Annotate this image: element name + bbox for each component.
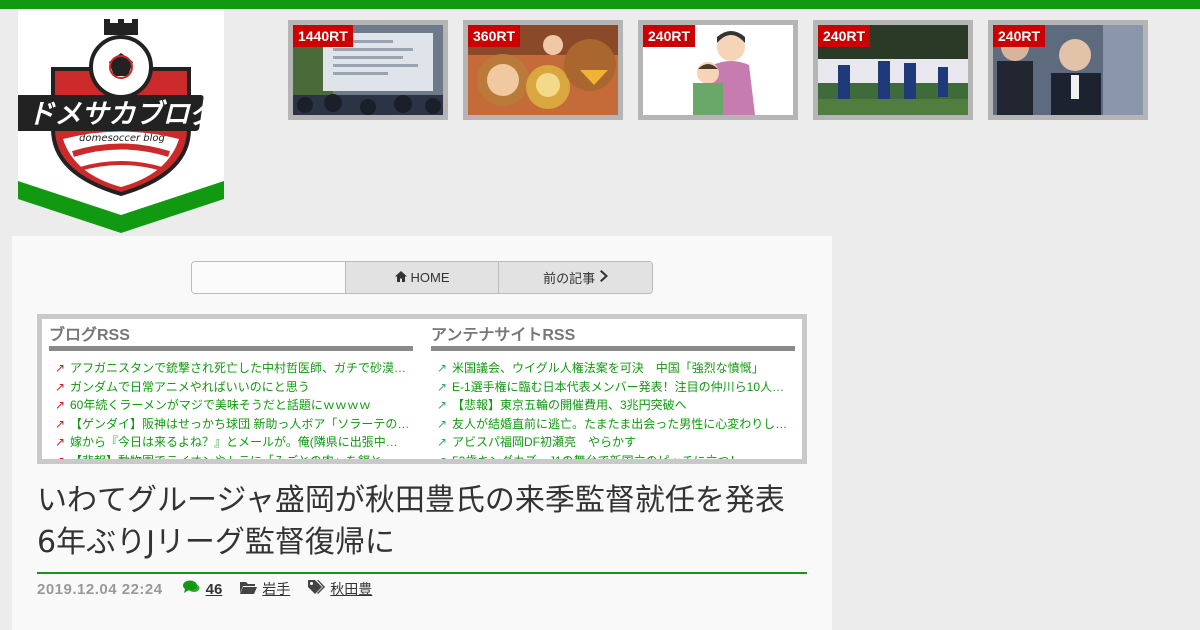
blog-rss-list: ↗アフガニスタンで銃撃され死亡した中村哲医師、ガチで砂漠を緑地化してしまう ↗ガ… xyxy=(49,359,413,464)
article-meta: 2019.12.04 22:24 46 岩手 秋田豊 xyxy=(37,578,807,600)
antenna-rss-list: ↗ 米国議会、ウイグル人権法案を可決 中国「強烈な憤慨」 ↗ E-1選手権に臨む日本… xyxy=(431,359,795,464)
main-content: HOME 前の記事 ブログRSS ↗ アフガニスタンで銃撃され死亡した中村哲医師、… xyxy=(12,236,832,630)
tags-icon xyxy=(308,580,326,598)
pager-next-empty xyxy=(192,262,345,293)
rss-item[interactable]: ↗ ガンダムで日常アニメやればいいのにと思う xyxy=(49,378,413,397)
tag-link[interactable]: 秋田豊 xyxy=(330,579,372,599)
external-link-icon: ↗ xyxy=(55,379,66,394)
article-category: 岩手 xyxy=(240,579,290,599)
article-title: いわてグルージャ盛岡が秋田豊氏の来季監督就任を発表 6年ぶりJリーグ監督復帰に xyxy=(37,480,815,574)
rss-item[interactable]: ↗アフガニスタンで銃撃され死亡した中村哲医師、ガチで砂漠を緑地化してしまう xyxy=(49,359,413,378)
logo-emblem: ドメサカブログ domesoccer blog xyxy=(18,9,224,233)
retweet-badge: 360RT xyxy=(468,25,521,47)
comments-icon xyxy=(182,580,200,598)
external-link-icon: ↗ xyxy=(437,435,448,449)
article-pager: HOME 前の記事 xyxy=(191,261,653,294)
external-link-icon: ↗ xyxy=(55,453,66,464)
home-button[interactable]: HOME xyxy=(344,262,499,293)
home-icon xyxy=(394,270,407,285)
external-link-icon: ↗ xyxy=(55,435,66,449)
antenna-rss-column: アンテナサイトRSS ↗ 米国議会、ウイグル人権法案を可決 中国「強烈な憤慨」 ↗… xyxy=(431,319,795,464)
top-accent-bar xyxy=(0,0,1200,9)
folder-icon xyxy=(240,581,258,598)
retweet-badge: 240RT xyxy=(993,25,1046,47)
retweet-badge: 240RT xyxy=(818,25,871,47)
popular-thumb-5[interactable]: 240RT xyxy=(988,20,1148,120)
home-button-label: HOME xyxy=(410,270,450,285)
external-link-icon: ↗ xyxy=(55,416,66,431)
category-link[interactable]: 岩手 xyxy=(262,579,290,599)
rss-item[interactable]: ↗ E-1選手権に臨む日本代表メンバー発表！注目の仲川ら10人が初招集 xyxy=(431,378,795,397)
comments-link[interactable]: 46 xyxy=(182,580,223,598)
retweet-badge: 240RT xyxy=(643,25,696,47)
rss-item[interactable]: ↗ 53歳キングカズ、J1の舞台で新国立のピッチに立つ！ xyxy=(431,452,795,464)
external-link-icon: ↗ xyxy=(437,361,448,375)
rss-item[interactable]: ↗ 【悲報】東京五輪の開催費用、3兆円突破へ xyxy=(431,396,795,415)
rss-item[interactable]: ↗ アビスパ福岡DF初瀬亮 やらかす xyxy=(431,433,795,452)
rss-item[interactable]: ↗ 【悲報】動物園でライオンやトラに「みごとの肉」を餌と… xyxy=(49,452,413,464)
popular-thumb-1[interactable]: 1440RT xyxy=(288,20,448,120)
blog-rss-column: ブログRSS ↗アフガニスタンで銃撃され死亡した中村哲医師、ガチで砂漠を緑地化し… xyxy=(49,319,413,464)
popular-thumb-3[interactable]: 240RT xyxy=(638,20,798,120)
popular-thumb-2[interactable]: 360RT xyxy=(463,20,623,120)
retweet-badge: 1440RT xyxy=(293,25,353,47)
rss-item[interactable]: ↗ 嫁から『今日は来るよね？』とメールが。俺(隣県に出張中… xyxy=(49,433,413,452)
chevron-right-icon xyxy=(600,270,609,285)
blog-rss-heading: ブログRSS xyxy=(49,321,413,351)
previous-article-label: 前の記事 xyxy=(543,271,596,286)
external-link-icon: ↗ xyxy=(437,416,448,431)
popular-thumb-4[interactable]: 240RT xyxy=(813,20,973,120)
antenna-rss-heading: アンテナサイトRSS xyxy=(431,321,795,351)
site-logo[interactable]: ドメサカブログ domesoccer blog xyxy=(18,9,224,233)
external-link-icon: ↗ xyxy=(437,379,448,394)
rss-item[interactable]: ↗ 米国議会、ウイグル人権法案を可決 中国「強烈な憤慨」 xyxy=(431,359,795,378)
comment-count: 46 xyxy=(205,580,223,598)
external-link-icon: ↗ xyxy=(437,398,448,412)
rss-widget: ブログRSS ↗アフガニスタンで銃撃され死亡した中村哲医師、ガチで砂漠を緑地化し… xyxy=(37,314,807,464)
external-link-icon: ↗ xyxy=(437,453,448,464)
article-date: 2019.12.04 22:24 xyxy=(37,580,163,598)
svg-text:ドメサカブログ: ドメサカブログ xyxy=(28,99,222,130)
previous-article-button[interactable]: 前の記事 xyxy=(498,262,652,293)
svg-text:domesoccer blog: domesoccer blog xyxy=(79,133,165,144)
rss-item[interactable]: ↗【ゲンダイ】阪神はせっかち球団 新助っ人ボア「ソラーテの二の舞になる」 xyxy=(49,415,413,434)
external-link-icon: ↗ xyxy=(55,361,66,375)
rss-item[interactable]: ↗ 60年続くラーメンがマジで美味そうだと話題にｗｗｗｗ xyxy=(49,396,413,415)
rss-item[interactable]: ↗ 友人が結婚直前に逃亡。たまたま出会った男性に心変わりしたらしい xyxy=(431,415,795,434)
article-tag: 秋田豊 xyxy=(308,579,372,599)
external-link-icon: ↗ xyxy=(55,398,66,412)
